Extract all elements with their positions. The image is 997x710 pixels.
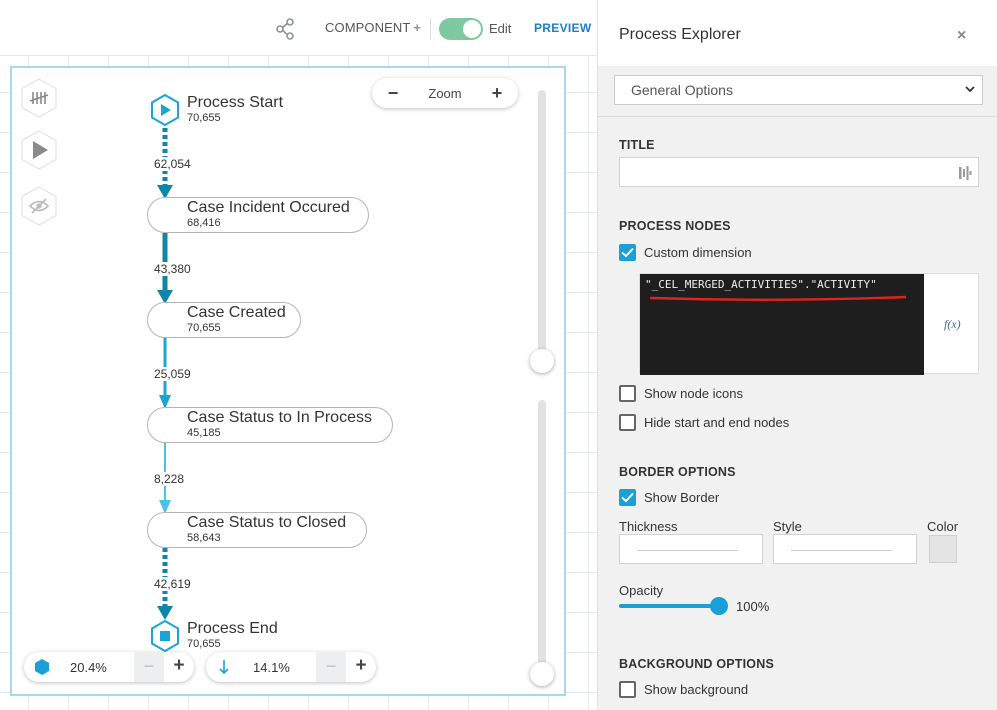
hide-start-end-nodes-label: Hide start and end nodes [644,415,790,430]
node-name: Case Incident Occured [187,199,350,216]
show-background-checkbox[interactable] [619,681,636,698]
activity-increase-button[interactable]: + [164,652,194,682]
toggle-knob [463,20,481,38]
options-select[interactable]: General Options [614,75,983,105]
show-border-label: Show Border [644,490,720,505]
arrow-down-icon [219,660,229,675]
node-name: Process Start [187,94,284,111]
zoom-out-button[interactable]: − [386,83,400,104]
edge-arrowhead [157,606,173,620]
style-preview-line [791,550,892,551]
dimension-code-editor[interactable]: "_CEL_MERGED_ACTIVITIES"."ACTIVITY" [640,274,924,375]
stop-icon [160,631,170,641]
show-background-label: Show background [644,682,749,697]
color-label: Color [927,519,959,534]
opacity-slider-track[interactable] [619,604,719,608]
zoom-in-button[interactable]: + [490,83,504,104]
opacity-slider-handle[interactable] [710,597,728,615]
side-tool-play[interactable] [20,130,58,170]
activity-slider-handle[interactable] [530,349,554,373]
process-explorer-component: 62,054 43,380 25,059 8,228 42,619 Process Sta… [10,66,566,696]
checkmark-icon [621,492,634,503]
connection-decrease-button[interactable]: − [316,652,346,682]
panel-title: Process Explorer [619,26,741,43]
panel-header: Process Explorer × General Options [598,0,997,105]
editor-canvas: COMPONENT + Edit PREVIEW 62,054 43,380 25,0… [0,0,597,710]
node-count: 70,655 [187,322,221,334]
dimension-code-text: "_CEL_MERGED_ACTIVITIES"."ACTIVITY" [645,278,877,291]
app: COMPONENT + Edit PREVIEW 62,054 43,380 25,0… [0,0,997,710]
edge-label: 8,228 [153,471,186,486]
background-options-section-heading: BACKGROUND OPTIONS [619,657,774,671]
share-nodes-icon[interactable] [275,18,297,40]
border-color-swatch[interactable] [929,535,957,563]
chevron-down-icon [965,86,975,93]
function-editor-button[interactable]: f(x) [944,317,961,332]
edge-label: 43,380 [153,261,192,276]
plus-icon: + [413,20,422,35]
preview-button[interactable]: PREVIEW [534,21,591,35]
text-format-icon[interactable] [958,165,972,181]
side-tool-counts[interactable] [20,78,58,118]
connection-slider-track[interactable] [538,400,546,670]
show-border-checkbox[interactable] [619,489,636,506]
edge-label: 62,054 [153,156,192,171]
opacity-value: 100% [736,599,770,614]
thickness-label: Thickness [619,519,678,534]
properties-panel: Process Explorer × General Options TITLE… [597,0,997,710]
border-style-select[interactable] [773,534,917,564]
side-tool-hide[interactable] [20,186,58,226]
node-count: 45,185 [187,427,221,439]
node-count: 68,416 [187,217,221,229]
options-select-value: General Options [631,82,733,98]
node-name: Case Status to Closed [187,514,347,531]
thickness-preview-line [637,550,738,551]
editor-toolbar: COMPONENT + Edit PREVIEW [0,0,597,56]
activity-decrease-button[interactable]: − [134,652,164,682]
node-name: Case Status to In Process [187,409,372,426]
process-graph [151,93,179,653]
edge-label: 42,619 [153,577,192,591]
node-count: 58,643 [187,532,221,544]
process-nodes-section-heading: PROCESS NODES [619,219,731,233]
node-name: Case Created [187,304,286,321]
zoom-control: − Zoom + [372,78,518,108]
dimension-expression-box: "_CEL_MERGED_ACTIVITIES"."ACTIVITY" f(x) [639,273,979,375]
activity-slider-track[interactable] [538,90,546,360]
zoom-label: Zoom [428,85,462,101]
edit-label: Edit [489,21,512,36]
border-thickness-select[interactable] [619,534,763,564]
activity-percentage-control: 20.4% − + [24,652,194,682]
connection-increase-button[interactable]: + [346,652,376,682]
hexagon-icon [35,659,49,675]
show-node-icons-label: Show node icons [644,386,744,401]
checkmark-icon [621,247,634,258]
opacity-label: Opacity [619,583,664,598]
connection-percentage-value: 14.1% [253,660,290,675]
component-label: COMPONENT [325,20,411,35]
add-component-button[interactable]: COMPONENT + [325,20,421,35]
show-node-icons-checkbox[interactable] [619,385,636,402]
edge-label: 25,059 [153,366,192,381]
edit-toggle[interactable] [439,18,483,40]
connection-slider-handle[interactable] [530,662,554,686]
node-count: 70,655 [187,112,221,124]
divider [430,18,431,40]
spellcheck-underline [649,295,907,301]
title-section-heading: TITLE [619,138,655,152]
activity-percentage-value: 20.4% [70,660,107,675]
divider [598,116,997,117]
border-options-section-heading: BORDER OPTIONS [619,465,736,479]
title-input[interactable] [619,157,979,187]
close-icon[interactable]: × [957,27,966,45]
node-name: Process End [187,620,278,637]
custom-dimension-label: Custom dimension [644,245,752,260]
hide-start-end-nodes-checkbox[interactable] [619,414,636,431]
node-count: 70,655 [187,638,221,650]
custom-dimension-checkbox[interactable] [619,244,636,261]
style-label: Style [773,519,802,534]
connection-percentage-control: 14.1% − + [206,652,376,682]
